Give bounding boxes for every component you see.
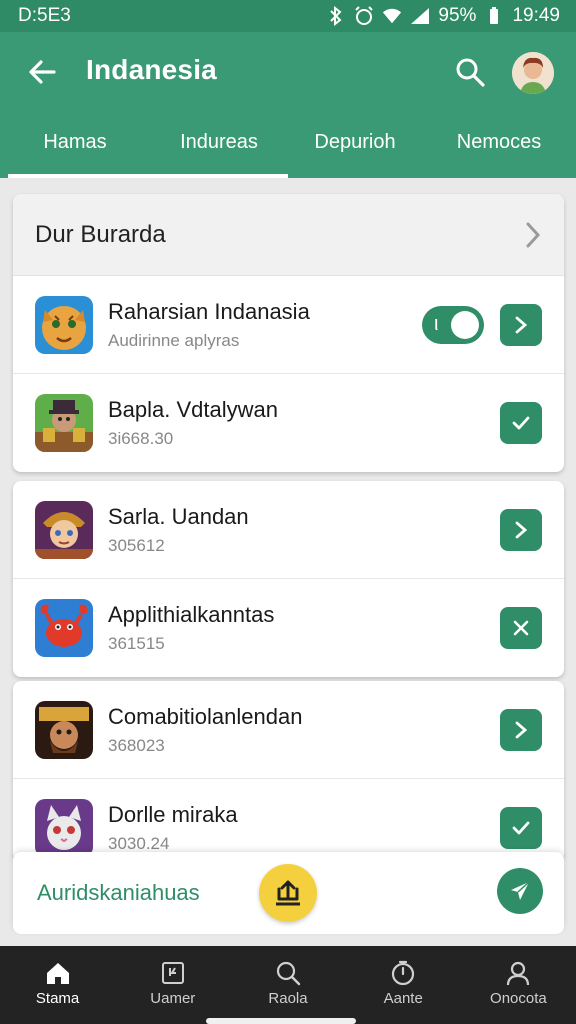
check-icon	[512, 416, 530, 430]
wifi-icon	[382, 6, 402, 26]
nav-item-raola[interactable]: Raola	[230, 946, 345, 1024]
section-header[interactable]: Dur Burarda	[13, 194, 564, 276]
home-icon	[46, 963, 69, 984]
close-icon	[513, 620, 529, 636]
row-subtitle: 305612	[108, 535, 165, 555]
battery-icon	[484, 6, 504, 26]
list-item[interactable]: Raharsian Indanasia Audirinne aplyras ι	[13, 276, 564, 374]
list-item[interactable]: Bapla. Vdtalywan 3i668.30	[13, 374, 564, 472]
avatar[interactable]	[512, 52, 554, 94]
nav-item-aante[interactable]: Aante	[346, 946, 461, 1024]
nav-item-stama[interactable]: Stama	[0, 946, 115, 1024]
toggle-mark: ι	[434, 312, 439, 335]
open-button[interactable]	[500, 708, 542, 751]
app-icon-tiger	[35, 295, 93, 354]
nav-label: Onocota	[490, 990, 547, 1007]
document-icon	[161, 962, 184, 984]
action-bar: Auridskaniahuas	[13, 852, 564, 934]
status-left-text: D:5E3	[18, 5, 71, 26]
nav-label: Stama	[35, 990, 80, 1007]
app-group-card-2: Sarla. Uandan 305612 Applithialkanntas 3…	[13, 481, 564, 677]
bottom-nav: Stama Uamer Raola Aante Onocota	[0, 946, 576, 1024]
row-subtitle: 368023	[108, 735, 165, 755]
check-icon	[512, 821, 530, 835]
action-bar-label[interactable]: Auridskaniahuas	[37, 880, 200, 906]
nav-label: Raola	[268, 990, 308, 1007]
row-subtitle: 3030.24	[108, 834, 170, 853]
list-item[interactable]: Applithialkanntas 361515	[13, 579, 564, 677]
app-bar: Indanesia Hamas Indureas Depurioh Nemoce…	[0, 32, 576, 178]
row-title: Applithialkanntas	[108, 602, 275, 627]
chevron-right-icon	[515, 721, 528, 738]
nav-label: Aante	[383, 990, 423, 1007]
alarm-icon	[354, 6, 374, 26]
back-button[interactable]	[22, 52, 62, 92]
list-item[interactable]: Dorlle miraka 3030.24	[13, 779, 564, 861]
tab-indicator	[8, 174, 288, 178]
row-title: Raharsian Indanasia	[108, 298, 310, 324]
upload-button[interactable]	[259, 864, 317, 922]
open-button[interactable]	[500, 303, 542, 346]
timer-icon	[392, 960, 415, 986]
row-subtitle: 361515	[108, 634, 165, 653]
signal-icon	[410, 6, 430, 26]
app-icon-warrior	[35, 500, 93, 559]
send-icon	[511, 881, 530, 900]
app-icon-crab	[35, 599, 93, 657]
toggle-knob	[451, 310, 479, 339]
row-title: Dorlle miraka	[108, 802, 238, 827]
row-title: Sarla. Uandan	[108, 503, 249, 529]
search-icon	[456, 58, 485, 87]
nav-item-uamer[interactable]: Uamer	[115, 946, 230, 1024]
confirm-button[interactable]	[500, 402, 542, 444]
chevron-right-icon	[526, 222, 541, 247]
app-icon-cat	[35, 799, 93, 857]
open-button[interactable]	[500, 508, 542, 551]
profile-icon	[507, 961, 530, 986]
list-item[interactable]: Comabitiolanlendan 368023	[13, 681, 564, 779]
tab-bar: Hamas Indureas Depurioh Nemoces	[0, 118, 576, 178]
arrow-back-icon	[29, 60, 56, 84]
send-button[interactable]	[497, 868, 543, 914]
search-icon	[276, 961, 301, 986]
app-icon-dwarf	[35, 700, 93, 759]
tab-depurioh[interactable]: Depurioh	[288, 118, 422, 178]
status-time: 19:49	[512, 5, 560, 26]
app-group-card-3: Comabitiolanlendan 368023 Dorlle miraka …	[13, 681, 564, 861]
status-right: 95% 19:49	[326, 5, 560, 27]
section-title: Dur Burarda	[35, 220, 166, 248]
page-title: Indanesia	[86, 54, 217, 85]
enable-toggle[interactable]: ι	[422, 305, 484, 344]
tab-nemoces[interactable]: Nemoces	[422, 118, 576, 178]
battery-text: 95%	[438, 5, 477, 26]
bluetooth-icon	[326, 6, 346, 26]
remove-button[interactable]	[500, 607, 542, 649]
status-bar: D:5E3 95% 19:49	[0, 0, 576, 32]
nav-label: Uamer	[150, 990, 196, 1007]
app-group-card-1: Dur Burarda Raharsian Indanasia Audirinn…	[13, 194, 564, 472]
tab-hamas[interactable]: Hamas	[0, 118, 150, 178]
search-button[interactable]	[448, 50, 492, 94]
chevron-right-icon	[515, 316, 528, 333]
row-subtitle: 3i668.30	[108, 429, 174, 448]
list-item[interactable]: Sarla. Uandan 305612	[13, 481, 564, 579]
row-title: Bapla. Vdtalywan	[108, 397, 278, 422]
upload-icon	[276, 880, 300, 906]
row-subtitle: Audirinne aplyras	[108, 330, 240, 350]
nav-item-onocota[interactable]: Onocota	[461, 946, 576, 1024]
row-title: Comabitiolanlendan	[108, 703, 303, 729]
confirm-button[interactable]	[500, 807, 542, 849]
app-icon-wizard	[35, 394, 93, 452]
home-indicator[interactable]	[206, 1018, 356, 1024]
chevron-right-icon	[515, 521, 528, 538]
tab-indureas[interactable]: Indureas	[150, 118, 288, 178]
